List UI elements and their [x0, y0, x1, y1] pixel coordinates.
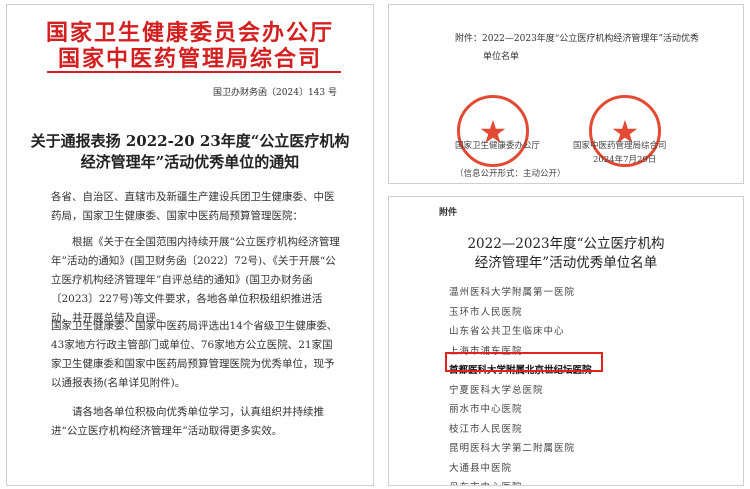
closing-paragraph: 请各地各单位积极向优秀单位学习，认真组织并持续推进“公立医疗机构经济管理年”活动… [51, 406, 324, 437]
signatory-right: 国家中医药管理局综合司 [573, 141, 667, 151]
official-seal-left: ★ [457, 95, 529, 167]
attachment-note-line1: 附件：2022—2023年度“公立医疗机构经济管理年”活动优秀 [455, 34, 700, 44]
attachment-note-line2: 单位名单 [483, 52, 520, 62]
commendation-paragraph: 国家卫生健康委、国家中医药局评选出14个省级卫生健康委、43家地方行政主管部门或… [51, 320, 338, 389]
red-divider [47, 71, 341, 73]
recipients-paragraph: 各省、自治区、直辖市及新疆生产建设兵团卫生健康委、中医药局，国家卫生健康委、国家… [51, 191, 335, 222]
issuer-header-line2: 国家中医药管理局综合司 [57, 46, 322, 72]
list-title-line1: 2022—2023年度“公立医疗机构 [467, 236, 665, 252]
signatory-left: 国家卫生健康委办公厅 [455, 141, 541, 151]
basis-paragraph: 根据《关于在全国范围内持续开展“公立医疗机构经济管理年”活动的通知》(国卫财务函… [51, 236, 340, 324]
notice-title-line2: 经济管理年”活动优秀单位的通知 [80, 153, 300, 171]
list-item: 玉环市人民医院 [449, 306, 523, 318]
attachment-signature-page: 附件：2022—2023年度“公立医疗机构经济管理年”活动优秀 单位名单 ★ ★… [388, 4, 744, 184]
list-title-line2: 经济管理年”活动优秀单位名单 [474, 255, 658, 271]
list-item: 丽水市中心医院 [449, 404, 523, 415]
attachment-label: 附件 [439, 208, 458, 218]
winner-list: 温州医科大学附属第一医院 玉环市人民医院 山东省公共卫生临床中心 上海市浦东医院… [449, 283, 739, 485]
notice-page: 国家卫生健康委员会办公厅 国家中医药管理局综合司 国卫办财务函〔2024〕143… [6, 4, 374, 486]
list-item: 昆明医科大学第二附属医院 [449, 443, 576, 454]
document-number: 国卫办财务函〔2024〕143 号 [213, 88, 337, 98]
list-item: 山东省公共卫生临床中心 [449, 326, 565, 337]
list-item: 宁夏医科大学总医院 [449, 384, 544, 396]
list-item: 温州医科大学附属第一医院 [449, 287, 576, 298]
list-item: 枝江市人民医院 [449, 423, 523, 435]
disclosure-note: （信息公开形式：主动公开） [455, 169, 566, 179]
issue-date: 2024年7月29日 [593, 155, 657, 165]
list-item: 大通县中医院 [449, 462, 513, 474]
winner-list-page: 附件 2022—2023年度“公立医疗机构 经济管理年”活动优秀单位名单 温州医… [388, 196, 744, 486]
list-item: 丹东市中心医院 [449, 478, 739, 485]
highlight-box [445, 352, 603, 372]
notice-title-line1: 关于通报表扬 2022-20 23年度“公立医疗机构 [30, 132, 350, 150]
